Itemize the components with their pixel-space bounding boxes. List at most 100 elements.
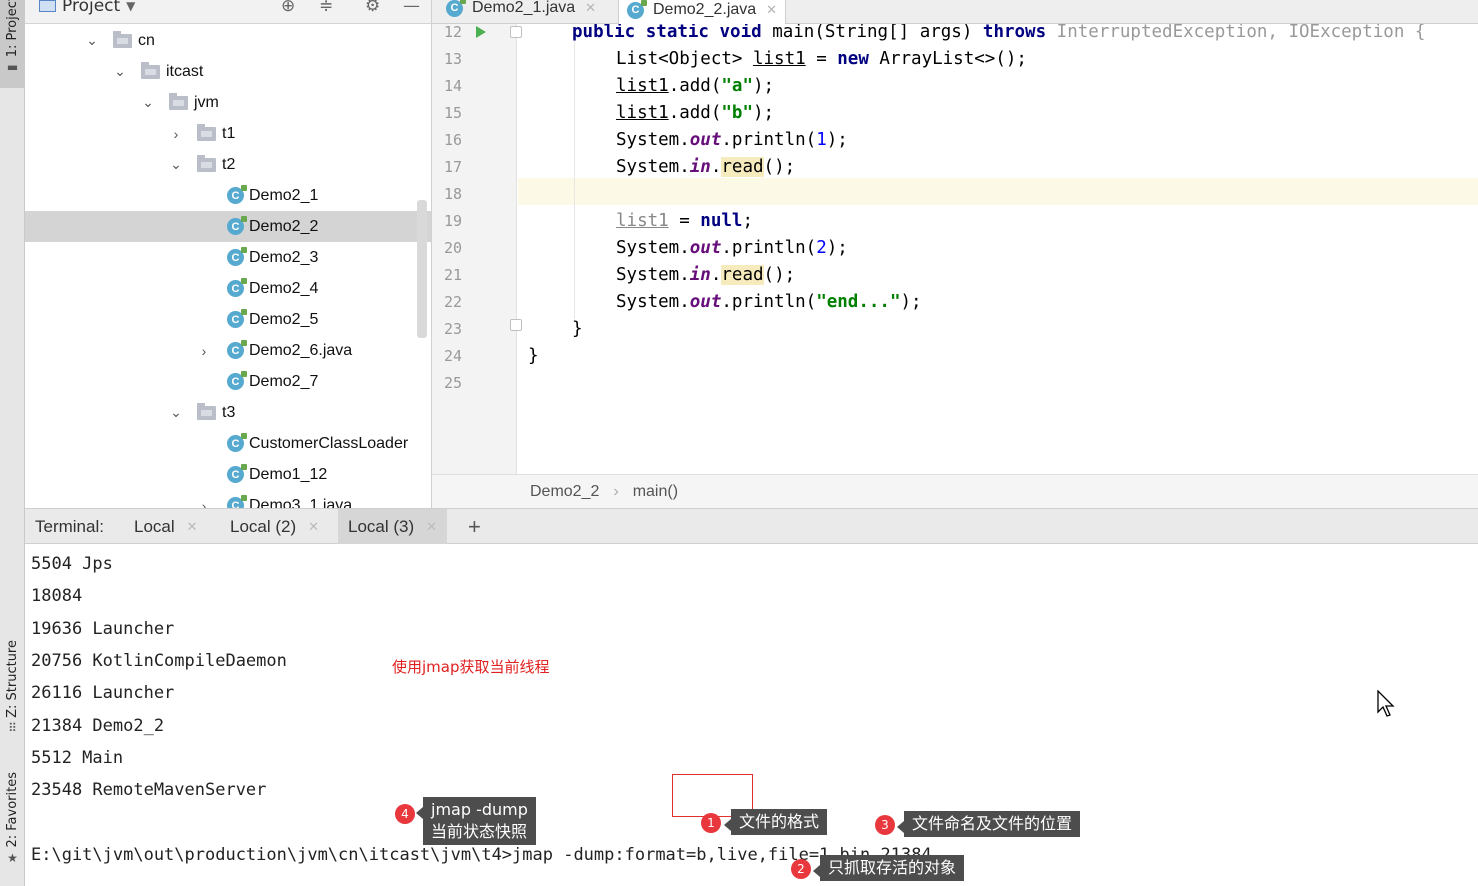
project-tool-label: 1: Project [5, 0, 20, 58]
chevron-down-icon[interactable]: ⌄ [113, 63, 127, 80]
breadcrumb-separator: › [613, 482, 619, 500]
terminal-label: Terminal: [25, 509, 114, 544]
project-tool-tab[interactable]: 1: Project ▬ [0, 0, 25, 88]
structure-tool-tab[interactable]: Z: Structure ⠿ [0, 640, 25, 738]
tree-item-label: Demo2_3 [249, 248, 319, 266]
folder-icon [169, 92, 188, 110]
tab-demo2-1[interactable]: C Demo2_1.java ✕ [438, 0, 604, 20]
run-gutter-icon[interactable] [476, 26, 486, 38]
chevron-right-icon[interactable]: › [169, 126, 183, 142]
tree-item-label: Demo3_1.java [249, 496, 353, 509]
project-panel-title: Project [62, 0, 121, 16]
plus-icon: + [468, 513, 481, 539]
tree-item-t2[interactable]: ⌄ t2 [25, 149, 431, 180]
breadcrumb-class[interactable]: Demo2_2 [530, 483, 599, 501]
chevron-right-icon[interactable]: › [197, 343, 211, 359]
crosshair-icon[interactable]: ⊕ [281, 0, 295, 16]
tree-item-jvm[interactable]: ⌄ jvm [25, 87, 431, 118]
folder-icon [197, 402, 216, 420]
tree-item-label: t1 [222, 124, 236, 142]
structure-icon: ⠿ [8, 720, 17, 735]
annotation-badge: 2 [791, 859, 811, 879]
class-icon: C [227, 495, 247, 508]
favorites-tool-tab[interactable]: 2: Favorites ★ [0, 772, 25, 868]
chevron-down-icon[interactable]: ⌄ [169, 156, 183, 173]
star-icon: ★ [7, 850, 18, 865]
favorites-tool-label: 2: Favorites [5, 772, 20, 848]
tree-item-label: Demo2_1 [249, 186, 319, 204]
class-icon: C [227, 464, 247, 483]
line-number: 16 [443, 131, 462, 149]
tree-item-t1[interactable]: › t1 [25, 118, 431, 149]
fold-icon[interactable] [510, 26, 522, 38]
code-line: list1 .add("a"); [616, 75, 775, 96]
class-icon: C [227, 371, 247, 390]
tree-item-demo2-1[interactable]: C Demo2_1 [25, 180, 431, 211]
indent-guide [574, 34, 575, 319]
breadcrumb-method[interactable]: main() [633, 483, 678, 501]
annotation-badge: 1 [701, 813, 721, 833]
tree-item-label: t3 [222, 403, 236, 421]
close-icon[interactable]: ✕ [766, 2, 777, 18]
tree-item-customerclassloader[interactable]: C CustomerClassLoader [25, 428, 431, 459]
tab-local[interactable]: Local ✕ [124, 509, 208, 544]
breadcrumb: Demo2_2 › main() [432, 474, 1478, 508]
code-editor[interactable]: 12 13 14 15 16 17 18 19 20 21 22 23 24 2… [432, 24, 1478, 474]
tree-item-demo3-1[interactable]: › C Demo3_1.java [25, 490, 431, 509]
close-icon[interactable]: ✕ [308, 519, 319, 535]
folder-icon: ▬ [6, 60, 19, 75]
editor-tab-bar: C Demo2_1.java ✕ C Demo2_2.java ✕ [432, 0, 1478, 24]
tree-item-t3[interactable]: ⌄ t3 [25, 397, 431, 428]
close-icon[interactable]: ✕ [585, 0, 596, 16]
mouse-cursor-icon [1377, 690, 1395, 717]
line-number: 13 [443, 50, 462, 68]
minimize-icon[interactable]: — [403, 0, 420, 16]
tree-item-demo2-4[interactable]: C Demo2_4 [25, 273, 431, 304]
chevron-right-icon[interactable]: › [197, 498, 211, 509]
terminal-line: 21384 Demo2_2 [31, 716, 165, 736]
tab-local-3[interactable]: Local (3) ✕ [338, 509, 448, 544]
code-line: System. in. read (); [616, 264, 796, 285]
tree-item-label: Demo2_4 [249, 279, 319, 297]
project-view-selector[interactable]: Project ▼ [39, 0, 135, 16]
fold-icon[interactable] [510, 319, 522, 331]
tab-label: Local (2) [230, 516, 297, 536]
chevron-down-icon: ▼ [126, 0, 136, 13]
line-number: 22 [443, 293, 462, 311]
tab-label: Demo2_2.java [653, 1, 757, 18]
terminal-line: 18084 [31, 586, 83, 606]
project-scrollbar[interactable] [417, 200, 427, 338]
tree-item-label: jvm [194, 93, 219, 111]
tab-label: Local [134, 516, 175, 536]
annotation-badge: 4 [395, 804, 415, 824]
chevron-down-icon[interactable]: ⌄ [141, 94, 155, 111]
tree-item-cn[interactable]: ⌄ cn [25, 25, 431, 56]
close-icon[interactable]: ✕ [426, 519, 437, 535]
tree-item-demo2-2[interactable]: C Demo2_2 [25, 211, 431, 242]
collapse-all-icon[interactable]: ≑ [319, 0, 333, 16]
chevron-down-icon[interactable]: ⌄ [85, 32, 99, 49]
code-line: List<Object> list1 = new ArrayList<>(); [616, 48, 1027, 69]
new-terminal-button[interactable]: + [458, 509, 491, 544]
tab-local-2[interactable]: Local (2) ✕ [220, 509, 329, 544]
tree-item-itcast[interactable]: ⌄ itcast [25, 56, 431, 87]
chevron-down-icon[interactable]: ⌄ [169, 404, 183, 421]
tree-item-demo1-12[interactable]: C Demo1_12 [25, 459, 431, 490]
tab-demo2-2[interactable]: C Demo2_2.java ✕ [618, 0, 787, 24]
terminal-line: 19636 Launcher [31, 619, 175, 639]
structure-tool-label: Z: Structure [5, 640, 20, 718]
tree-item-label: Demo2_7 [249, 372, 319, 390]
code-line: System. out .println(2); [616, 237, 848, 258]
tree-item-label: Demo2_6.java [249, 341, 353, 359]
terminal-line: 5504 Jps [31, 554, 113, 574]
gear-icon[interactable]: ⚙ [365, 0, 380, 16]
tree-item-demo2-5[interactable]: C Demo2_5 [25, 304, 431, 335]
tree-item-demo2-7[interactable]: C Demo2_7 [25, 366, 431, 397]
tree-item-demo2-6[interactable]: › C Demo2_6.java [25, 335, 431, 366]
code-line: System. out .println("end..."); [616, 291, 922, 312]
tree-item-demo2-3[interactable]: C Demo2_3 [25, 242, 431, 273]
class-icon: C [227, 216, 247, 235]
terminal-line: 23548 RemoteMavenServer [31, 780, 267, 800]
close-icon[interactable]: ✕ [187, 519, 198, 535]
project-panel-header: Project ▼ ⊕ ≑ ⚙ — [25, 0, 431, 24]
